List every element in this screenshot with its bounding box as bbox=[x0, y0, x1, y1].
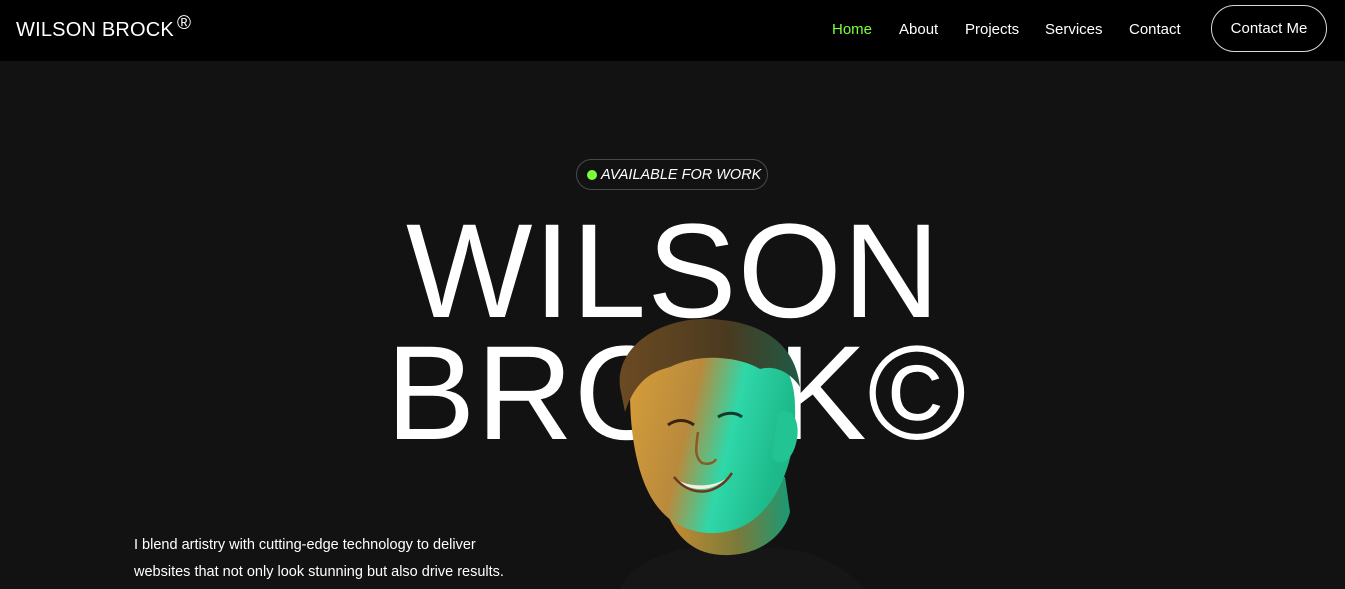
nav-item-about[interactable]: About bbox=[899, 21, 938, 38]
nav-item-home[interactable]: Home bbox=[832, 21, 872, 38]
nav-item-projects[interactable]: Projects bbox=[965, 21, 1019, 38]
top-navbar: WILSON BROCK ® Home About Projects Servi… bbox=[0, 0, 1345, 61]
tagline-line-2: websites that not only look stunning but… bbox=[134, 564, 504, 580]
contact-me-button[interactable]: Contact Me bbox=[1211, 5, 1327, 52]
hero-tagline: I blend artistry with cutting-edge techn… bbox=[134, 532, 554, 586]
status-dot-icon bbox=[587, 169, 597, 180]
brand-logo[interactable]: WILSON BROCK ® bbox=[16, 13, 191, 42]
availability-label: AVAILABLE FOR WORK bbox=[601, 166, 762, 183]
nav-item-contact[interactable]: Contact bbox=[1129, 21, 1181, 38]
brand-name: WILSON BROCK bbox=[16, 19, 174, 41]
nav-item-services[interactable]: Services bbox=[1045, 21, 1103, 38]
availability-badge: AVAILABLE FOR WORK bbox=[576, 159, 768, 190]
tagline-line-1: I blend artistry with cutting-edge techn… bbox=[134, 537, 476, 553]
registered-mark: ® bbox=[177, 13, 192, 34]
hero-section: AVAILABLE FOR WORK WILSON BROCK© bbox=[0, 61, 1345, 589]
portrait-photo bbox=[619, 318, 865, 589]
